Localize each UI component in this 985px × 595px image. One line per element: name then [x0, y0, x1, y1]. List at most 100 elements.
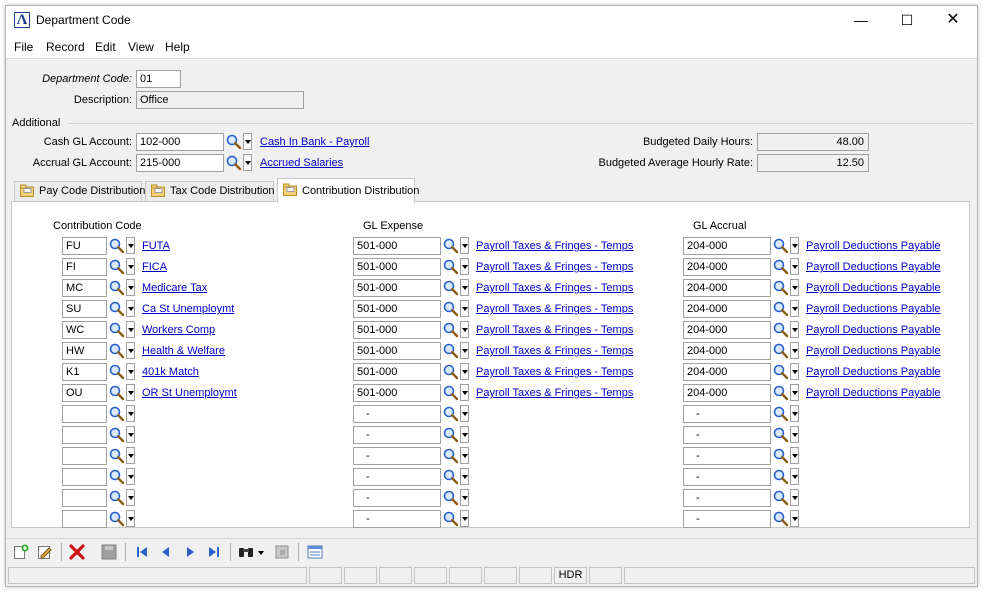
chevron-down-icon[interactable] — [790, 258, 799, 275]
search-icon[interactable] — [108, 279, 125, 296]
gl-expense-field[interactable]: - — [353, 510, 441, 528]
search-icon[interactable] — [108, 447, 125, 464]
budgeted-avg-rate-field[interactable]: 12.50 — [757, 154, 869, 172]
search-icon[interactable] — [442, 258, 459, 275]
search-icon[interactable] — [108, 489, 125, 506]
chevron-down-icon[interactable] — [126, 342, 135, 359]
search-icon[interactable] — [225, 154, 242, 171]
gl-accrual-field[interactable]: - — [683, 468, 771, 486]
gl-expense-field[interactable]: - — [353, 489, 441, 507]
gl-accrual-field[interactable]: 204-000 — [683, 321, 771, 339]
chevron-down-icon[interactable] — [460, 384, 469, 401]
gl-accrual-field[interactable]: 204-000 — [683, 237, 771, 255]
gl-accrual-field[interactable]: - — [683, 510, 771, 528]
contribution-code-field[interactable]: FU — [62, 237, 107, 255]
chevron-down-icon[interactable] — [460, 300, 469, 317]
contribution-code-field[interactable]: K1 — [62, 363, 107, 381]
chevron-down-icon[interactable] — [790, 426, 799, 443]
search-icon[interactable] — [108, 321, 125, 338]
contribution-code-field[interactable]: WC — [62, 321, 107, 339]
minimize-button[interactable]: — — [838, 6, 884, 36]
contribution-code-description-link[interactable]: Health & Welfare — [142, 345, 225, 357]
search-icon[interactable] — [772, 363, 789, 380]
chevron-down-icon[interactable] — [126, 363, 135, 380]
new-record-icon[interactable] — [12, 543, 30, 561]
chevron-down-icon[interactable] — [460, 489, 469, 506]
search-icon[interactable] — [442, 237, 459, 254]
gl-accrual-field[interactable]: 204-000 — [683, 279, 771, 297]
chevron-down-icon[interactable] — [460, 447, 469, 464]
find-options-icon[interactable] — [257, 543, 266, 561]
contribution-code-field[interactable] — [62, 426, 107, 444]
chevron-down-icon[interactable] — [126, 237, 135, 254]
chevron-down-icon[interactable] — [243, 133, 252, 150]
accrual-gl-field[interactable]: 215-000 — [136, 154, 224, 172]
gl-expense-field[interactable]: - — [353, 447, 441, 465]
gl-expense-field[interactable]: - — [353, 426, 441, 444]
search-icon[interactable] — [108, 300, 125, 317]
last-record-icon[interactable] — [205, 543, 223, 561]
copy-icon[interactable] — [273, 543, 291, 561]
gl-expense-description-link[interactable]: Payroll Taxes & Fringes - Temps — [476, 240, 633, 252]
cash-gl-field[interactable]: 102-000 — [136, 133, 224, 151]
chevron-down-icon[interactable] — [790, 384, 799, 401]
chevron-down-icon[interactable] — [460, 279, 469, 296]
gl-accrual-description-link[interactable]: Payroll Deductions Payable — [806, 387, 941, 399]
menu-help[interactable]: Help — [165, 40, 190, 54]
menu-record[interactable]: Record — [46, 40, 85, 54]
gl-accrual-description-link[interactable]: Payroll Deductions Payable — [806, 303, 941, 315]
delete-icon[interactable] — [68, 543, 86, 561]
next-record-icon[interactable] — [181, 543, 199, 561]
search-icon[interactable] — [772, 468, 789, 485]
search-icon[interactable] — [108, 342, 125, 359]
chevron-down-icon[interactable] — [790, 447, 799, 464]
search-icon[interactable] — [772, 300, 789, 317]
chevron-down-icon[interactable] — [460, 363, 469, 380]
gl-expense-field[interactable]: 501-000 — [353, 384, 441, 402]
gl-accrual-description-link[interactable]: Payroll Deductions Payable — [806, 345, 941, 357]
contribution-code-description-link[interactable]: FUTA — [142, 240, 170, 252]
gl-expense-field[interactable]: - — [353, 468, 441, 486]
search-icon[interactable] — [108, 510, 125, 527]
chevron-down-icon[interactable] — [126, 468, 135, 485]
search-icon[interactable] — [772, 258, 789, 275]
chevron-down-icon[interactable] — [790, 468, 799, 485]
find-binoculars-icon[interactable] — [237, 543, 255, 561]
search-icon[interactable] — [442, 300, 459, 317]
search-icon[interactable] — [442, 405, 459, 422]
search-icon[interactable] — [772, 237, 789, 254]
contribution-code-description-link[interactable]: Ca St Unemploymt — [142, 303, 234, 315]
contribution-code-field[interactable] — [62, 510, 107, 528]
gl-accrual-description-link[interactable]: Payroll Deductions Payable — [806, 366, 941, 378]
description-field[interactable]: Office — [136, 91, 304, 109]
tab-tax-code-distribution[interactable]: Tax Code Distribution — [145, 181, 275, 202]
gl-expense-field[interactable]: 501-000 — [353, 363, 441, 381]
tab-contribution-distribution[interactable]: Contribution Distribution — [277, 178, 419, 203]
chevron-down-icon[interactable] — [460, 510, 469, 527]
gl-accrual-field[interactable]: 204-000 — [683, 384, 771, 402]
contribution-code-description-link[interactable]: FICA — [142, 261, 167, 273]
search-icon[interactable] — [772, 510, 789, 527]
chevron-down-icon[interactable] — [460, 237, 469, 254]
contribution-code-field[interactable] — [62, 405, 107, 423]
search-icon[interactable] — [108, 384, 125, 401]
chevron-down-icon[interactable] — [126, 279, 135, 296]
chevron-down-icon[interactable] — [790, 300, 799, 317]
contribution-code-field[interactable]: MC — [62, 279, 107, 297]
gl-expense-field[interactable]: 501-000 — [353, 258, 441, 276]
chevron-down-icon[interactable] — [126, 300, 135, 317]
search-icon[interactable] — [772, 405, 789, 422]
search-icon[interactable] — [772, 447, 789, 464]
list-view-icon[interactable] — [306, 543, 324, 561]
gl-accrual-field[interactable]: 204-000 — [683, 363, 771, 381]
chevron-down-icon[interactable] — [790, 321, 799, 338]
contribution-code-field[interactable]: SU — [62, 300, 107, 318]
chevron-down-icon[interactable] — [126, 426, 135, 443]
chevron-down-icon[interactable] — [126, 405, 135, 422]
search-icon[interactable] — [772, 279, 789, 296]
menu-view[interactable]: View — [128, 40, 154, 54]
search-icon[interactable] — [772, 489, 789, 506]
contribution-code-description-link[interactable]: OR St Unemploymt — [142, 387, 237, 399]
gl-expense-field[interactable]: 501-000 — [353, 321, 441, 339]
search-icon[interactable] — [442, 510, 459, 527]
